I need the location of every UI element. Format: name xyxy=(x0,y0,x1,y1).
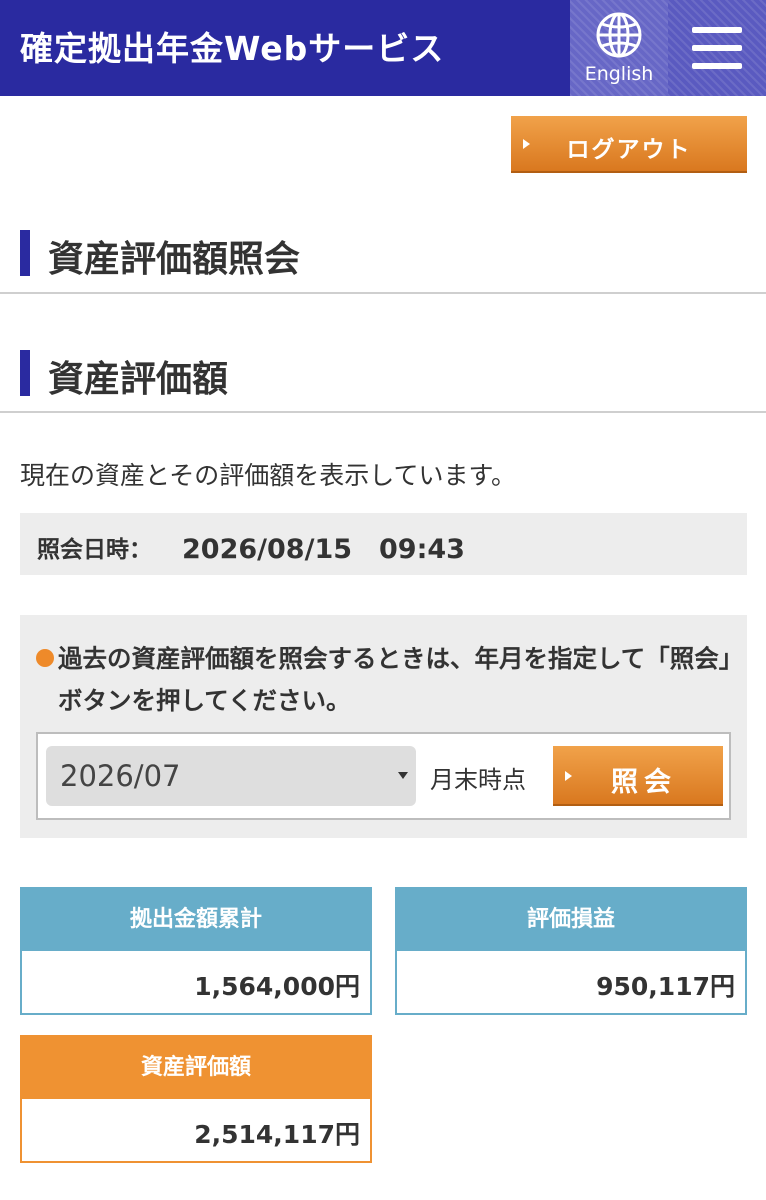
query-button[interactable]: 照会 xyxy=(553,746,723,806)
divider xyxy=(0,292,766,294)
language-label: English xyxy=(584,63,654,85)
section-title-marker xyxy=(20,350,30,396)
divider xyxy=(0,411,766,413)
contributions-total-card: 拠出金額累計 1,564,000円 xyxy=(20,887,372,1015)
month-select-value: 2026/07 xyxy=(60,759,181,793)
page-title-marker xyxy=(20,230,30,276)
section-title: 資産評価額 xyxy=(48,359,229,400)
bullet-dot-icon xyxy=(36,649,54,667)
past-valuation-query-panel: 過去の資産評価額を照会するときは、年月を指定して「照会」ボタンを押してください。… xyxy=(20,615,747,838)
month-end-suffix: 月末時点 xyxy=(430,766,526,794)
card-title: 拠出金額累計 xyxy=(22,889,370,951)
globe-icon xyxy=(596,12,642,58)
chevron-down-icon xyxy=(398,772,408,779)
logout-button[interactable]: ログアウト xyxy=(511,116,747,173)
logout-label: ログアウト xyxy=(566,137,692,163)
inquiry-datetime-label: 照会日時： xyxy=(37,537,152,563)
card-value: 950,117円 xyxy=(596,972,735,1001)
menu-button[interactable] xyxy=(668,0,766,96)
valuation-gain-card: 評価損益 950,117円 xyxy=(395,887,747,1015)
query-button-label: 照会 xyxy=(611,767,677,798)
page-title: 資産評価額照会 xyxy=(48,239,301,280)
asset-value-card: 資産評価額 2,514,117円 xyxy=(20,1035,372,1163)
app-header: 確定拠出年金Webサービス English xyxy=(0,0,766,96)
card-value: 2,514,117円 xyxy=(194,1120,360,1149)
app-title: 確定拠出年金Webサービス xyxy=(20,29,445,68)
card-title: 資産評価額 xyxy=(22,1037,370,1099)
query-form: 2026/07 月末時点 照会 xyxy=(36,732,731,820)
month-select[interactable]: 2026/07 xyxy=(46,746,416,806)
card-title: 評価損益 xyxy=(397,889,745,951)
inquiry-datetime-value: 2026/08/15 09:43 xyxy=(182,534,465,565)
card-value: 1,564,000円 xyxy=(194,972,360,1001)
description-text: 現在の資産とその評価額を表示しています。 xyxy=(20,461,517,490)
language-switch-button[interactable]: English xyxy=(570,0,668,96)
inquiry-datetime-box: 照会日時： 2026/08/15 09:43 xyxy=(20,513,747,575)
query-instruction: 過去の資産評価額を照会するときは、年月を指定して「照会」ボタンを押してください。 xyxy=(58,644,732,715)
